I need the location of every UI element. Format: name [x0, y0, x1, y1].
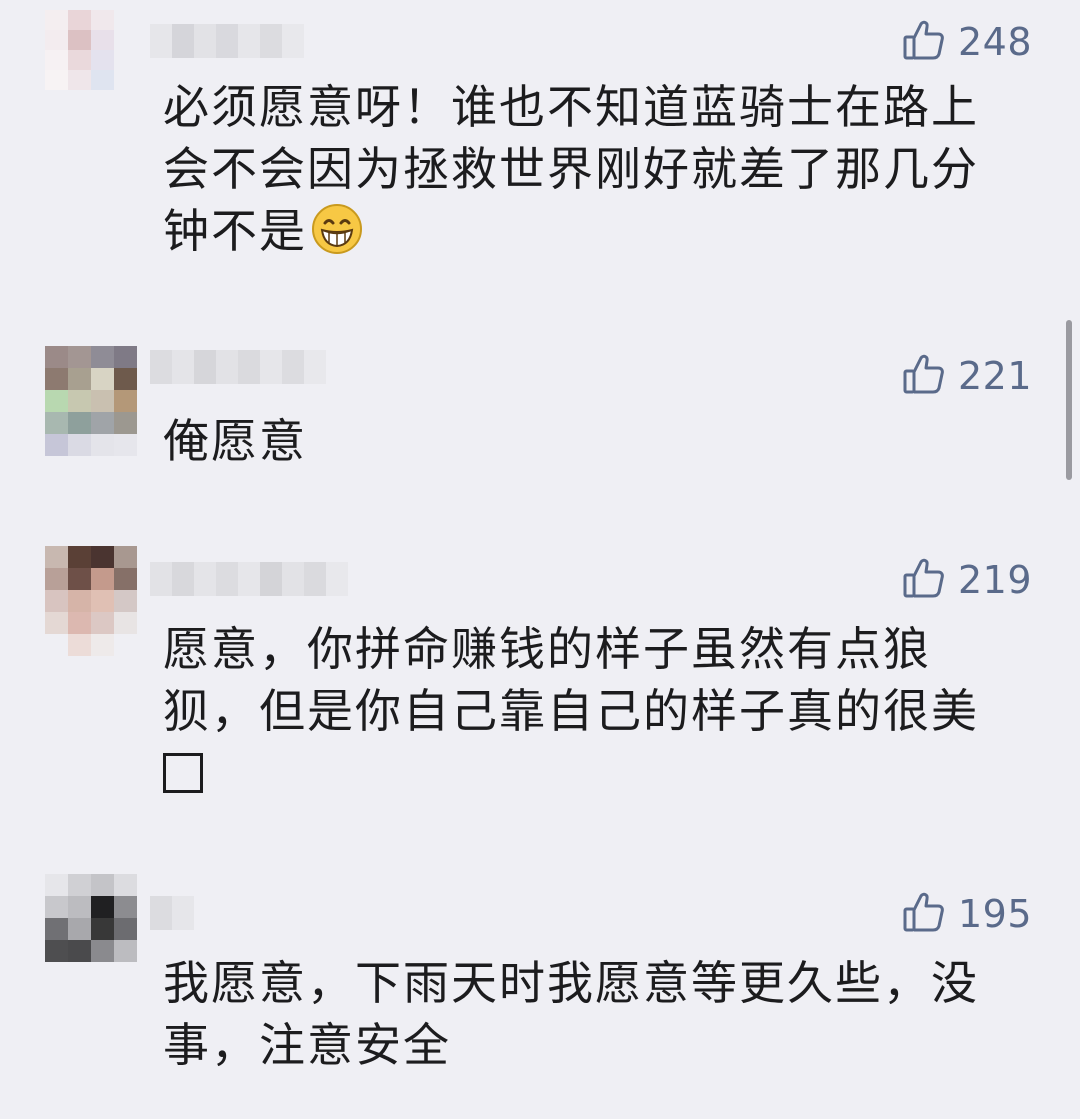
thumbs-up-icon [902, 556, 946, 604]
comment-text-content: 必须愿意呀！谁也不知道蓝骑士在路上 会不会因为拯救世界刚好就差了那几分 钟不是 [163, 80, 979, 258]
like-count: 219 [957, 558, 1032, 602]
like-count: 195 [957, 892, 1032, 936]
like-count: 221 [957, 354, 1032, 398]
comment-text: 愿意，你拼命赚钱的样子虽然有点狼 狈，但是你自己靠自己的样子真的很美 [163, 618, 1003, 804]
grinning-face-icon [311, 203, 363, 255]
username-blurred[interactable] [150, 24, 304, 58]
thumbs-up-icon [902, 352, 946, 400]
like-button[interactable]: 219 [902, 556, 1032, 604]
comment-text: 俺愿意 [163, 414, 307, 468]
avatar[interactable] [45, 874, 137, 984]
scrollbar[interactable] [1066, 320, 1072, 480]
comment-text: 我愿意，下雨天时我愿意等更久些，没 事，注意安全 [163, 956, 979, 1072]
like-button[interactable]: 195 [902, 890, 1032, 938]
avatar[interactable] [45, 546, 137, 656]
like-button[interactable]: 248 [902, 18, 1032, 66]
thumbs-up-icon [902, 890, 946, 938]
username-blurred[interactable] [150, 896, 194, 930]
thumbs-up-icon [902, 18, 946, 66]
username-blurred[interactable] [150, 562, 348, 596]
comment-text-content: 愿意，你拼命赚钱的样子虽然有点狼 狈，但是你自己靠自己的样子真的很美 [163, 622, 979, 738]
like-button[interactable]: 221 [902, 352, 1032, 400]
avatar[interactable] [45, 10, 137, 110]
like-count: 248 [957, 20, 1032, 64]
box-glyph [163, 753, 203, 793]
comment-text: 必须愿意呀！谁也不知道蓝骑士在路上 会不会因为拯救世界刚好就差了那几分 钟不是 [163, 76, 1003, 262]
username-blurred[interactable] [150, 350, 326, 384]
avatar[interactable] [45, 346, 137, 456]
